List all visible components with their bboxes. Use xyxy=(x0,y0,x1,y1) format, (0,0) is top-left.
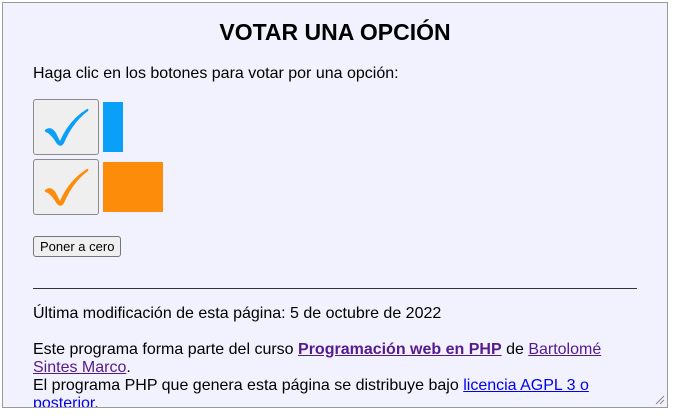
instructions-text: Haga clic en los botones para votar por … xyxy=(33,65,399,82)
vote-bar-blue xyxy=(103,102,123,152)
divider xyxy=(33,288,637,289)
course-suffix: . xyxy=(126,359,131,376)
vote-button-blue[interactable] xyxy=(33,99,99,155)
page-title: VOTAR UNA OPCIÓN xyxy=(219,19,451,45)
course-middle: de xyxy=(501,341,529,358)
content-frame: VOTAR UNA OPCIÓN Haga clic en los botone… xyxy=(2,2,668,408)
vote-row-blue xyxy=(33,99,123,155)
credits: Este programa forma parte del curso Prog… xyxy=(33,341,633,408)
checkmark-icon xyxy=(44,168,89,206)
resize-grip-icon[interactable] xyxy=(655,395,665,405)
vote-row-orange xyxy=(33,159,163,215)
course-link[interactable]: Programación web en PHP xyxy=(298,341,502,358)
course-prefix: Este programa forma parte del curso xyxy=(33,341,299,358)
vote-button-orange[interactable] xyxy=(33,159,99,215)
checkmark-icon xyxy=(44,108,89,146)
license-prefix: El programa PHP que genera esta página s… xyxy=(33,377,464,394)
vote-bar-orange xyxy=(103,162,163,212)
license-suffix: . xyxy=(94,395,99,408)
last-modified-text: Última modificación de esta página: 5 de… xyxy=(33,305,442,322)
reset-button[interactable]: Poner a cero xyxy=(33,236,122,257)
